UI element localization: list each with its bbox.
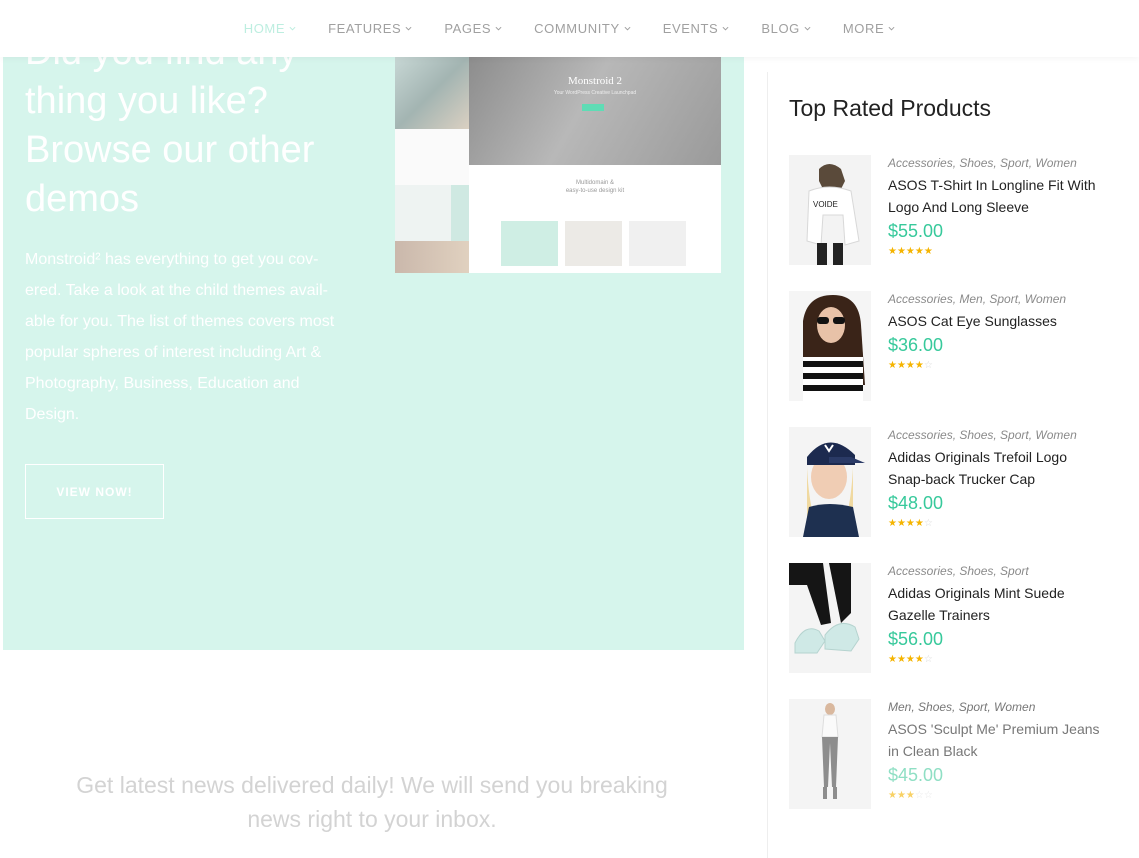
- product-title[interactable]: Adidas Originals Mint Suede Gazelle Trai…: [888, 582, 1108, 626]
- nav-item-community[interactable]: COMMUNITY: [534, 21, 631, 36]
- chevron-down-icon: [495, 25, 502, 32]
- chevron-down-icon: [722, 25, 729, 32]
- demo-preview-thumb: [629, 221, 686, 266]
- nav-item-features[interactable]: FEATURES: [328, 21, 412, 36]
- product-title[interactable]: ASOS 'Sculpt Me' Premium Jeans in Clean …: [888, 718, 1108, 762]
- demo-preview-thumb: [565, 221, 622, 266]
- hero-heading: Did you find any thing you like? Browse …: [25, 28, 365, 224]
- demo-preview-side: [395, 57, 469, 273]
- product-image[interactable]: VOIDE: [789, 155, 871, 265]
- product-categories[interactable]: Men, Shoes, Sport, Women: [888, 699, 1108, 715]
- product-categories[interactable]: Accessories, Shoes, Sport, Women: [888, 155, 1108, 171]
- top-rated-products-widget: Top Rated Products VOIDE Accessories, Sh…: [789, 92, 1119, 809]
- product-categories[interactable]: Accessories, Men, Sport, Women: [888, 291, 1108, 307]
- hero-description: Monstroid² has everything to get you cov…: [25, 251, 335, 423]
- product-price: $55.00: [888, 221, 944, 241]
- nav-item-blog[interactable]: BLOG: [761, 21, 811, 36]
- nav-item-home[interactable]: HOME: [244, 21, 296, 36]
- svg-text:VOIDE: VOIDE: [813, 200, 838, 209]
- chevron-down-icon: [624, 25, 631, 32]
- product-title[interactable]: ASOS T-Shirt In Longline Fit With Logo A…: [888, 174, 1108, 218]
- product-title[interactable]: Adidas Originals Trefoil Logo Snap-back …: [888, 446, 1108, 490]
- product-price: $36.00: [888, 335, 944, 355]
- star-rating: ★★★★☆: [888, 360, 933, 371]
- nav-item-events[interactable]: EVENTS: [663, 21, 730, 36]
- newsletter-text: Get latest news delivered daily! We will…: [76, 772, 668, 832]
- product-categories[interactable]: Accessories, Shoes, Sport, Women: [888, 427, 1108, 443]
- product-item[interactable]: VOIDE Accessories, Shoes, Sport, Women A…: [789, 155, 1119, 265]
- view-now-button[interactable]: VIEW NOW!: [25, 464, 164, 519]
- demo-preview-image[interactable]: Monstroid 2 Your WordPress Creative Laun…: [395, 57, 721, 273]
- chevron-down-icon: [405, 25, 412, 32]
- chevron-down-icon: [289, 25, 296, 32]
- product-item[interactable]: Accessories, Men, Sport, Women ASOS Cat …: [789, 291, 1119, 401]
- product-image[interactable]: [789, 291, 871, 401]
- hero-heading-line: Browse our other: [25, 129, 315, 171]
- hero-heading-line: demos: [25, 178, 140, 220]
- hero-heading-line: thing you like?: [25, 80, 268, 122]
- main-navigation: HOME FEATURES PAGES COMMUNITY EVENTS BLO…: [0, 0, 1139, 57]
- product-image[interactable]: [789, 427, 871, 537]
- product-price: $45.00: [888, 765, 944, 785]
- star-rating: ★★★★☆: [888, 654, 933, 665]
- product-image[interactable]: [789, 699, 871, 809]
- demo-preview-subtitle: Your WordPress Creative Launchpad: [553, 90, 637, 96]
- product-image[interactable]: [789, 563, 871, 673]
- demo-preview-caption: Multidomain & easy-to-use design kit: [565, 180, 625, 194]
- product-price: $56.00: [888, 629, 944, 649]
- product-title[interactable]: ASOS Cat Eye Sunglasses: [888, 310, 1108, 332]
- demo-preview-title: Monstroid 2: [567, 75, 623, 87]
- demo-preview-thumb: [501, 221, 558, 266]
- star-rating: ★★★★★: [888, 246, 933, 257]
- product-item[interactable]: Accessories, Shoes, Sport, Women Adidas …: [789, 427, 1119, 537]
- demos-hero: Did you find any thing you like? Browse …: [3, 0, 744, 650]
- chevron-down-icon: [804, 25, 811, 32]
- sidebar-divider: [767, 72, 768, 858]
- product-item[interactable]: Men, Shoes, Sport, Women ASOS 'Sculpt Me…: [789, 699, 1119, 809]
- chevron-down-icon: [888, 25, 895, 32]
- demo-preview-main: Monstroid 2 Your WordPress Creative Laun…: [469, 57, 721, 273]
- product-item[interactable]: Accessories, Shoes, Sport Adidas Origina…: [789, 563, 1119, 673]
- star-rating: ★★★☆☆: [888, 790, 933, 801]
- star-rating: ★★★★☆: [888, 518, 933, 529]
- product-price: $48.00: [888, 493, 944, 513]
- widget-title: Top Rated Products: [789, 95, 992, 121]
- product-categories[interactable]: Accessories, Shoes, Sport: [888, 563, 1108, 579]
- nav-item-more[interactable]: MORE: [843, 21, 895, 36]
- nav-item-pages[interactable]: PAGES: [444, 21, 502, 36]
- demo-preview-cta: [582, 104, 604, 111]
